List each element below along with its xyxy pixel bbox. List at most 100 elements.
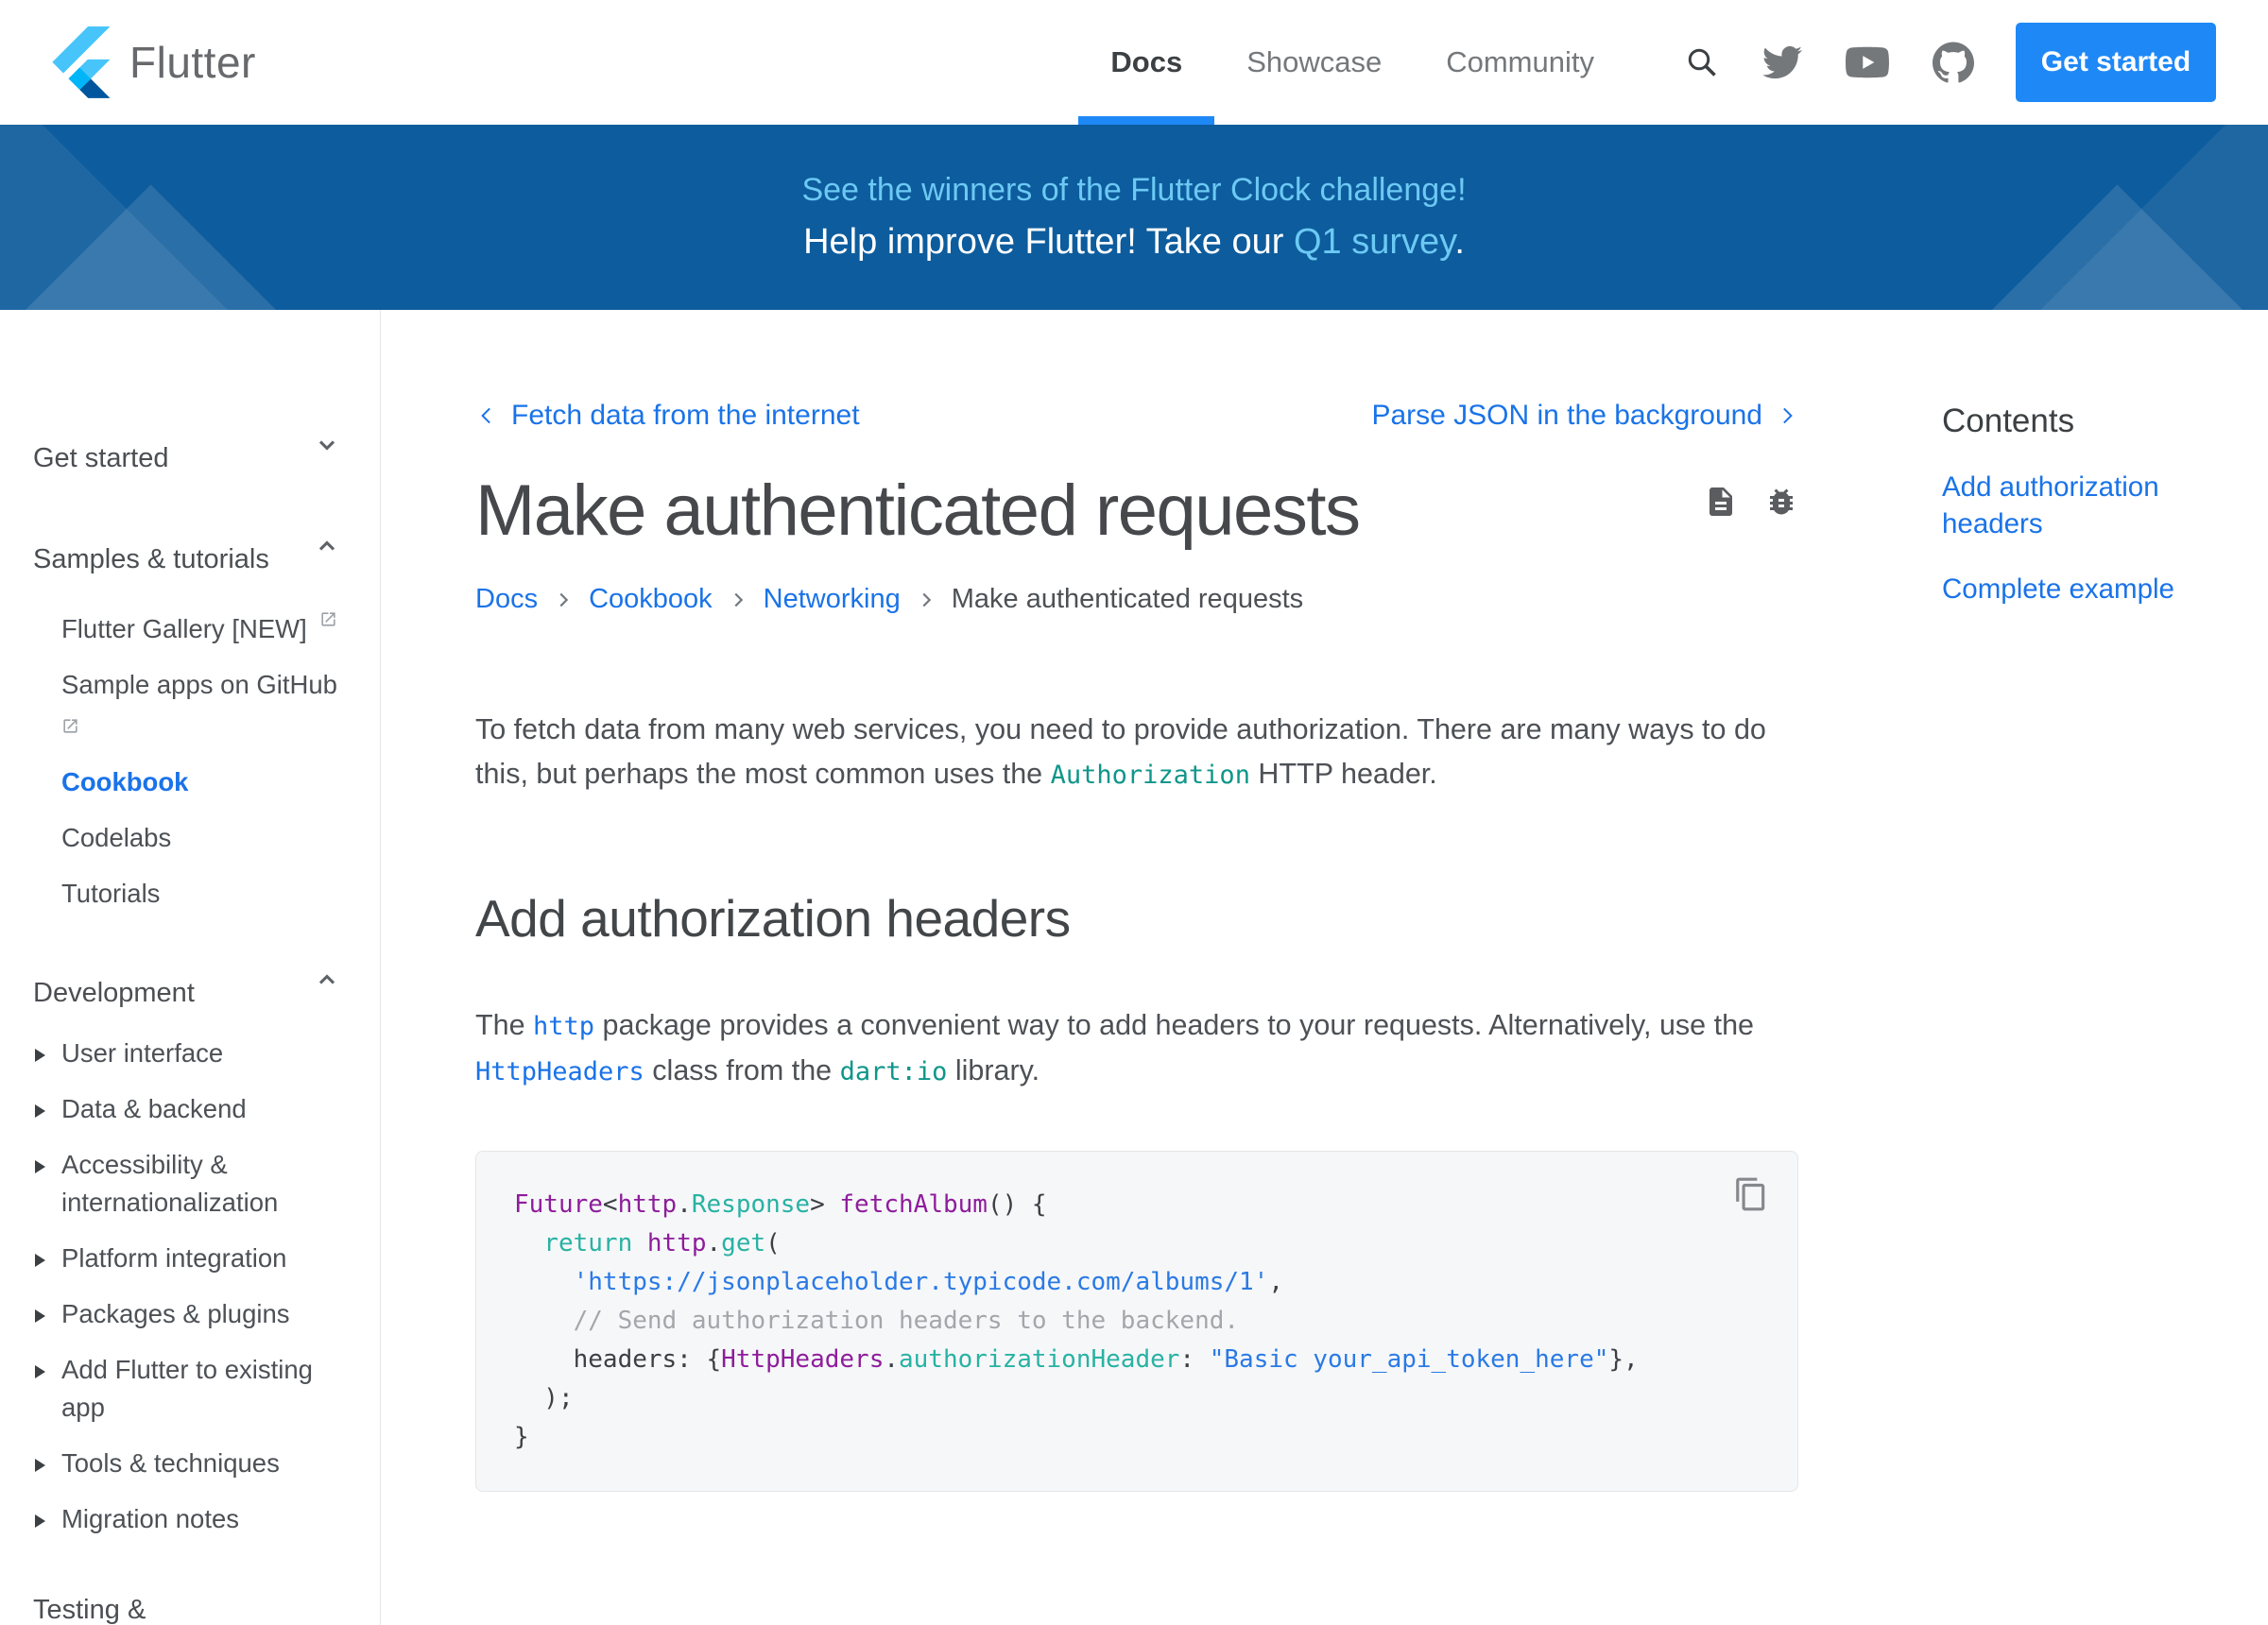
sidebar-item-testing-debugging[interactable]: Testing & debugging [33,1589,340,1625]
prev-page-link[interactable]: Fetch data from the internet [475,400,860,432]
triangle-right-icon [35,1160,45,1173]
search-icon[interactable] [1685,45,1719,79]
sidebar-item-label: Testing & debugging [33,1589,184,1625]
youtube-icon[interactable] [1846,41,1889,84]
sidebar-item-development[interactable]: Development [33,964,340,1014]
sidebar-item-user-interface[interactable]: User interface [33,1035,340,1072]
sidebar-item-data-backend[interactable]: Data & backend [33,1090,340,1128]
code-block: Future<http.Response> fetchAlbum() { ret… [475,1151,1798,1492]
sidebar-item-migration-notes[interactable]: Migration notes [33,1500,340,1538]
twitter-icon[interactable] [1762,43,1802,82]
chevron-up-icon [314,530,340,572]
brand-name: Flutter [129,37,256,88]
triangle-right-icon [35,1104,45,1118]
toc-link-add-authorization-headers[interactable]: Add authorization headers [1942,469,2254,542]
sidebar-item-label: Data & backend [61,1094,247,1123]
banner-clock-challenge-link[interactable]: See the winners of the Flutter Clock cha… [801,172,1466,209]
sidebar-item-label: Flutter Gallery [NEW] [61,614,307,643]
toc-heading: Contents [1942,402,2254,440]
external-link-icon [61,708,340,745]
inline-code-authorization: Authorization [1051,761,1250,790]
angle-right-icon [1774,402,1798,430]
sidebar-item-tools-techniques[interactable]: Tools & techniques [33,1445,340,1482]
sidebar-item-label: Samples & tutorials [33,539,269,580]
banner-survey-link[interactable]: Q1 survey [1294,222,1454,262]
nav-tab-showcase[interactable]: Showcase [1214,0,1414,125]
nav-tab-docs[interactable]: Docs [1078,0,1214,125]
section-text: library. [947,1054,1040,1086]
chevron-down-icon [314,429,340,470]
sidebar-item-packages-plugins[interactable]: Packages & plugins [33,1295,340,1333]
sidebar-item-label: Sample apps on GitHub [61,670,337,699]
sidebar-item-samples-tutorials[interactable]: Samples & tutorials [33,530,340,580]
triangle-right-icon [35,1049,45,1062]
sidebar-item-label: Tools & techniques [61,1448,280,1478]
next-page-label: Parse JSON in the background [1371,400,1762,432]
section-text: class from the [644,1054,840,1086]
sidebar-item-get-started[interactable]: Get started [33,429,340,479]
banner-survey-line: Help improve Flutter! Take our Q1 survey… [803,222,1465,263]
contents-toc: Contents Add authorization headers Compl… [1942,310,2254,607]
sidebar-item-label: Development [33,972,195,1014]
triangle-right-icon [35,1309,45,1323]
triangle-right-icon [35,1365,45,1378]
sidebar-item-platform-integration[interactable]: Platform integration [33,1240,340,1277]
breadcrumb-link-networking[interactable]: Networking [764,584,901,615]
flutter-brand[interactable]: Flutter [52,26,256,98]
sidebar-item-codelabs[interactable]: Codelabs [33,819,340,857]
breadcrumb-link-docs[interactable]: Docs [475,584,538,615]
sidebar-item-tutorials[interactable]: Tutorials [33,875,340,913]
sidebar-item-flutter-gallery[interactable]: Flutter Gallery [NEW] [33,601,340,648]
sidebar-item-label: Platform integration [61,1243,286,1273]
breadcrumb-current: Make authenticated requests [952,584,1303,615]
inline-code-link-httpheaders[interactable]: HttpHeaders [475,1057,644,1086]
next-page-link[interactable]: Parse JSON in the background [1371,400,1798,432]
flutter-logo-icon [52,26,111,98]
announcement-banner: See the winners of the Flutter Clock cha… [0,125,2268,310]
chevron-right-icon [728,590,748,610]
sidebar-item-label: Packages & plugins [61,1299,290,1328]
external-link-icon [313,605,338,634]
triangle-right-icon [35,1514,45,1528]
sidebar-item-label: Migration notes [61,1504,239,1533]
sidebar-item-label: Accessibility & internationalization [61,1150,278,1217]
main-nav: Docs Showcase Community [1078,0,1626,125]
nav-tab-community[interactable]: Community [1414,0,1626,125]
bug-icon[interactable] [1764,485,1798,552]
copy-icon[interactable] [1733,1176,1769,1217]
intro-paragraph: To fetch data from many web services, yo… [475,708,1770,797]
article-main: Fetch data from the internet Parse JSON … [475,310,1798,1492]
intro-text: HTTP header. [1250,758,1437,790]
banner-survey-period: . [1454,222,1465,262]
inline-code-dart-io: dart:io [840,1057,948,1086]
code-content: Future<http.Response> fetchAlbum() { ret… [514,1186,1760,1457]
sidebar-item-label: User interface [61,1038,223,1068]
section-text: The [475,1009,533,1041]
github-icon[interactable] [1933,42,1974,83]
breadcrumb: Docs Cookbook Networking Make authentica… [475,584,1798,615]
toc-link-complete-example[interactable]: Complete example [1942,571,2254,607]
docs-sidebar: Get started Samples & tutorials Flutter … [0,310,381,1625]
sidebar-item-sample-apps-github[interactable]: Sample apps on GitHub [33,666,340,745]
section-heading-add-authorization-headers: Add authorization headers [475,888,1798,949]
sidebar-item-add-flutter[interactable]: Add Flutter to existing app [33,1351,340,1427]
chevron-up-icon [314,964,340,1005]
sidebar-item-label: Get started [33,437,168,479]
sidebar-item-label: Add Flutter to existing app [61,1355,313,1422]
breadcrumb-link-cookbook[interactable]: Cookbook [589,584,713,615]
chevron-right-icon [916,590,936,610]
triangle-right-icon [35,1459,45,1472]
get-started-button[interactable]: Get started [2016,23,2216,102]
section-text: package provides a convenient way to add… [594,1009,1754,1041]
section-paragraph: The http package provides a convenient w… [475,1003,1770,1094]
page-title: Make authenticated requests [475,470,1359,552]
banner-survey-text: Help improve Flutter! Take our [803,222,1294,262]
triangle-right-icon [35,1254,45,1267]
document-icon[interactable] [1704,485,1738,552]
chevron-right-icon [553,590,574,610]
top-navbar: Flutter Docs Showcase Community Get [0,0,2268,125]
sidebar-item-accessibility[interactable]: Accessibility & internationalization [33,1146,340,1222]
sidebar-item-cookbook[interactable]: Cookbook [33,763,340,801]
prev-page-label: Fetch data from the internet [511,400,860,432]
inline-code-link-http[interactable]: http [533,1012,594,1041]
